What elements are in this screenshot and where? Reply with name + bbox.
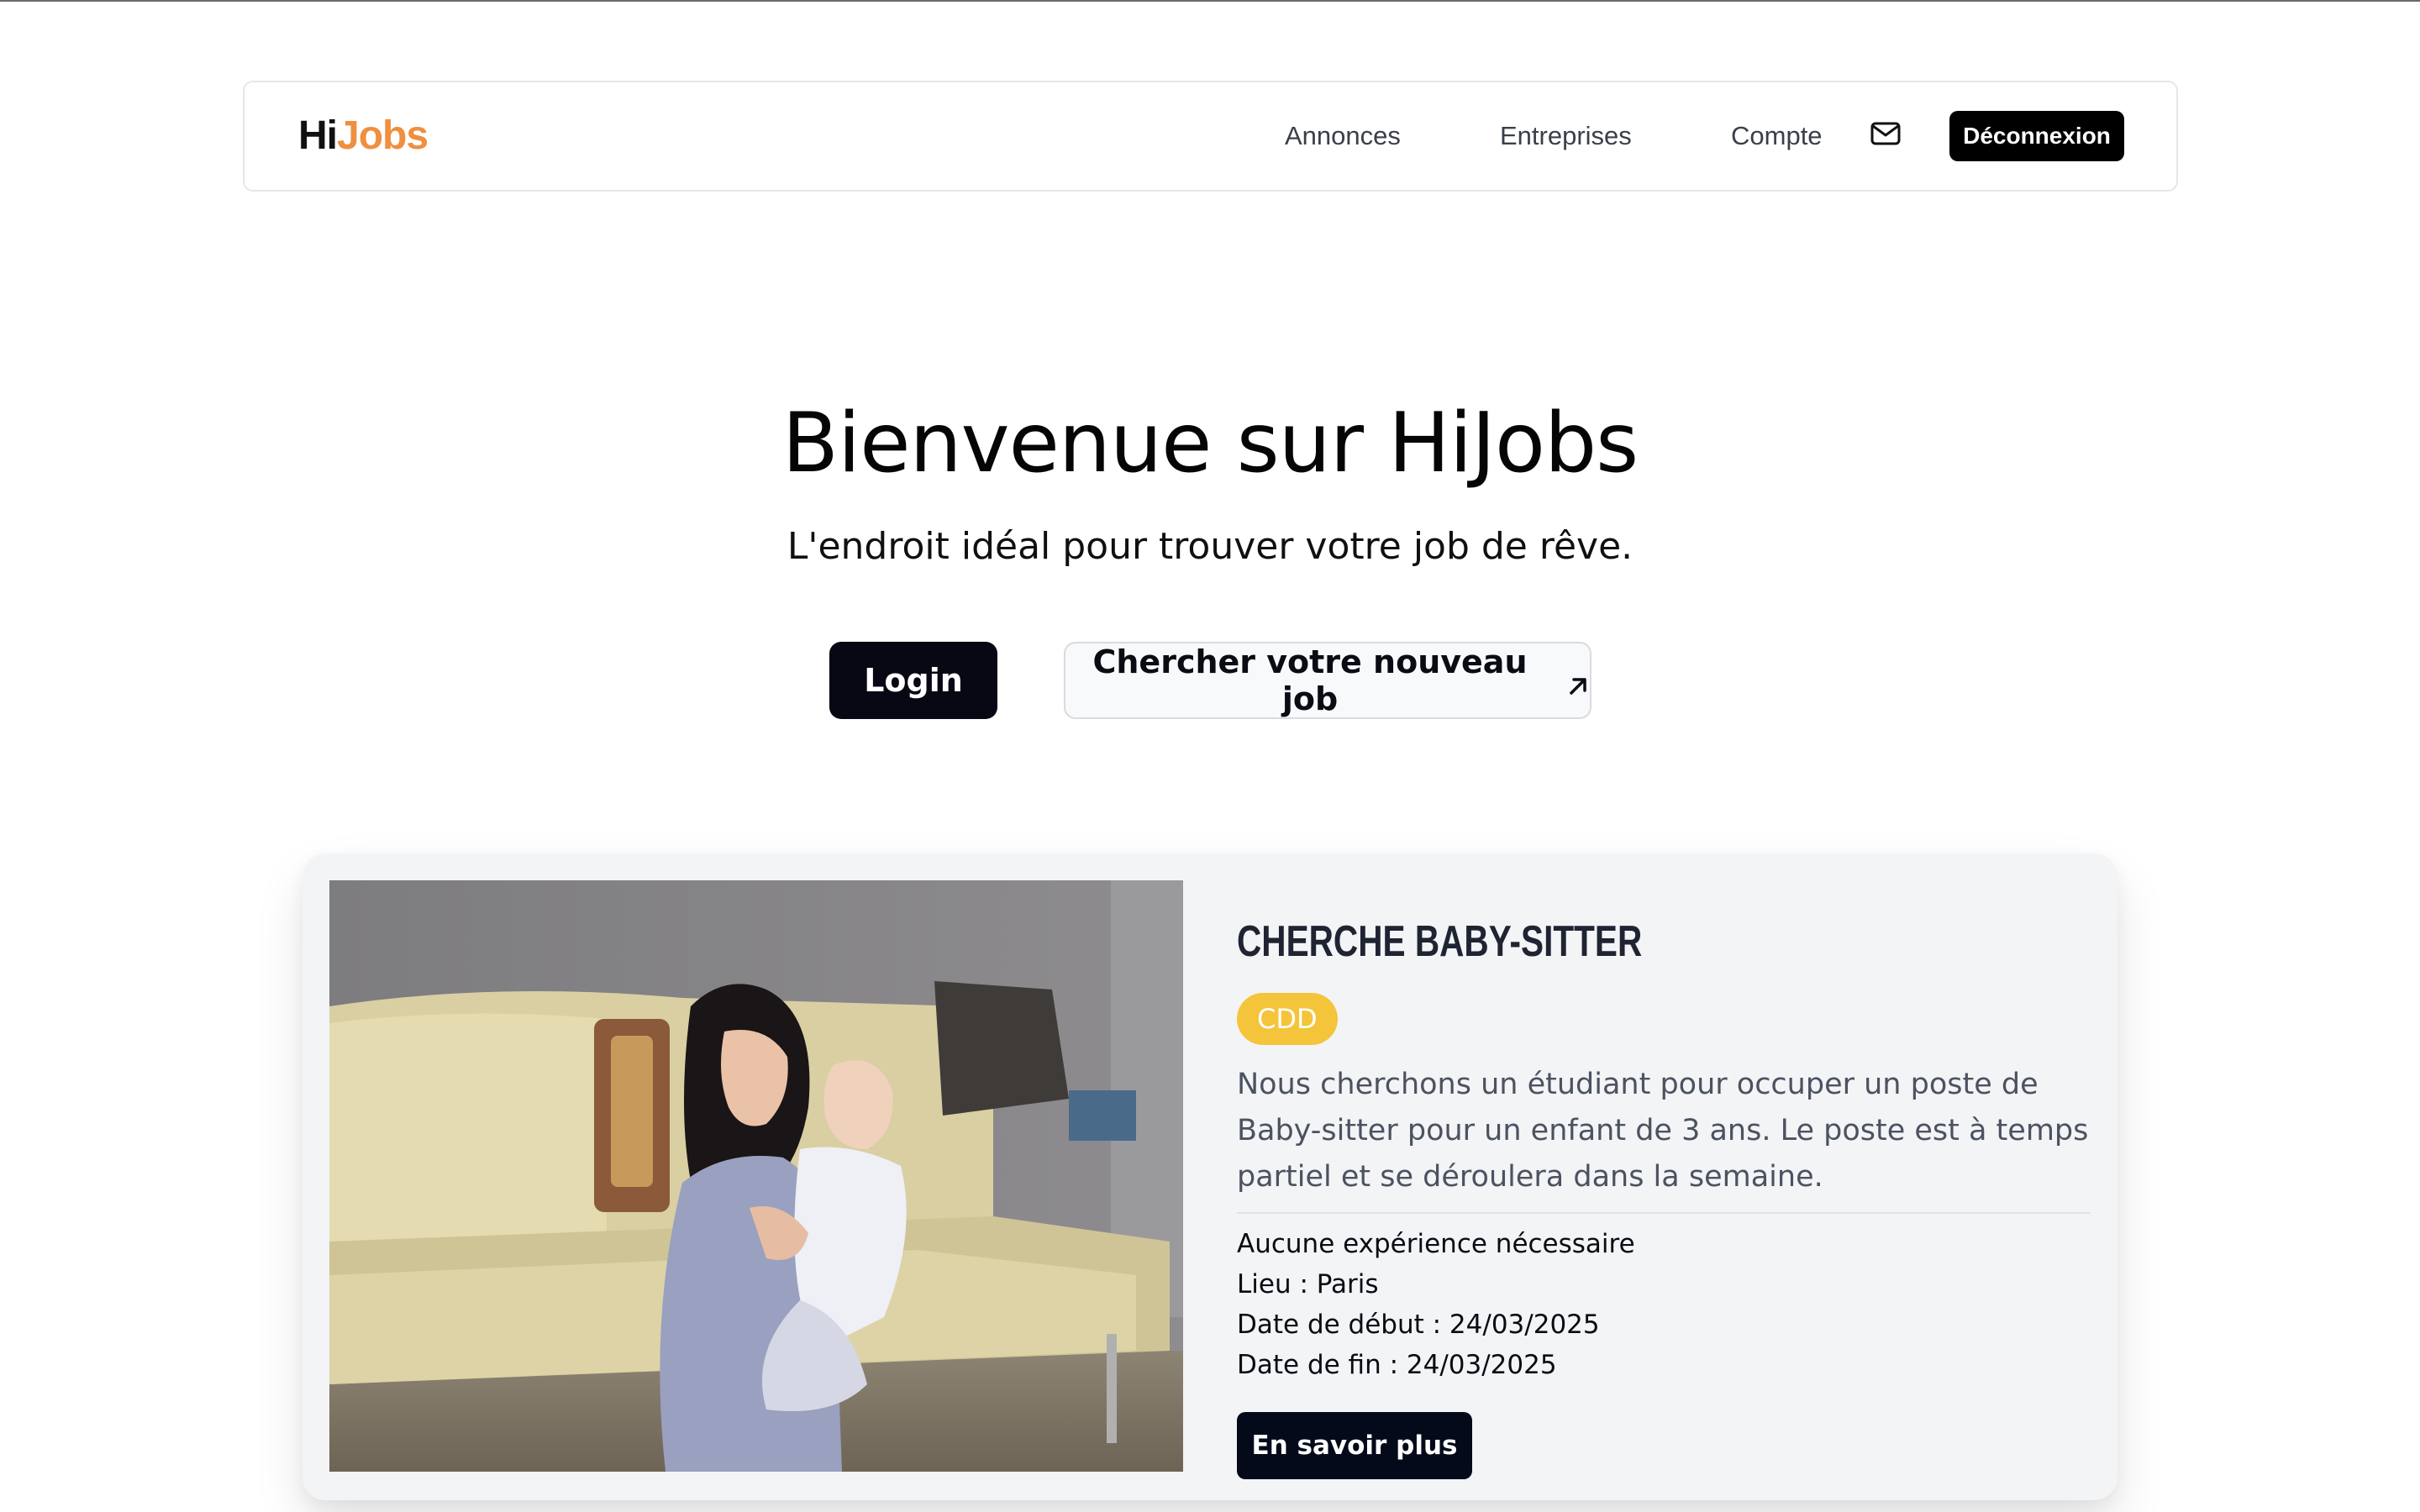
logo[interactable]: HiJobs [298, 111, 429, 161]
navbar: HiJobs Annonces Entreprises Compte Décon… [243, 81, 2178, 192]
job-start-date: Date de début : 24/03/2025 [1237, 1310, 1600, 1340]
job-location: Lieu : Paris [1237, 1269, 1379, 1299]
job-experience: Aucune expérience nécessaire [1237, 1229, 1635, 1259]
nav-link-entreprises[interactable]: Entreprises [1500, 119, 1632, 153]
job-photo [329, 880, 1183, 1472]
logo-hi: Hi [298, 113, 338, 158]
contract-badge: CDD [1237, 993, 1338, 1045]
mail-icon[interactable] [1870, 121, 1901, 146]
divider [1237, 1212, 2091, 1214]
search-job-button[interactable]: Chercher votre nouveau job [1064, 642, 1591, 719]
login-button[interactable]: Login [829, 642, 997, 719]
job-meta: Aucune expérience nécessaire Lieu : Pari… [1237, 1224, 2091, 1385]
job-card: CHERCHE BABY-SITTER CDD Nous cherchons u… [302, 853, 2118, 1500]
hero-subtitle: L'endroit idéal pour trouver votre job d… [786, 525, 1634, 568]
logo-jobs: Jobs [337, 113, 429, 158]
nav-link-annonces[interactable]: Annonces [1285, 119, 1401, 153]
job-details: CHERCHE BABY-SITTER CDD Nous cherchons u… [1237, 880, 2091, 1479]
job-title: CHERCHE BABY-SITTER [1237, 917, 1643, 966]
job-end-date: Date de fin : 24/03/2025 [1237, 1350, 1557, 1380]
window-top-border [0, 0, 2420, 2]
logout-button[interactable]: Déconnexion [1949, 111, 2124, 161]
nav-link-compte[interactable]: Compte [1731, 119, 1823, 153]
arrow-up-right-icon [1566, 669, 1590, 695]
search-job-label: Chercher votre nouveau job [1092, 643, 1528, 717]
job-description: Nous cherchons un étudiant pour occuper … [1237, 1068, 2089, 1194]
more-info-button[interactable]: En savoir plus [1237, 1412, 1472, 1479]
hero-title: Bienvenue sur HiJobs [781, 396, 1639, 491]
